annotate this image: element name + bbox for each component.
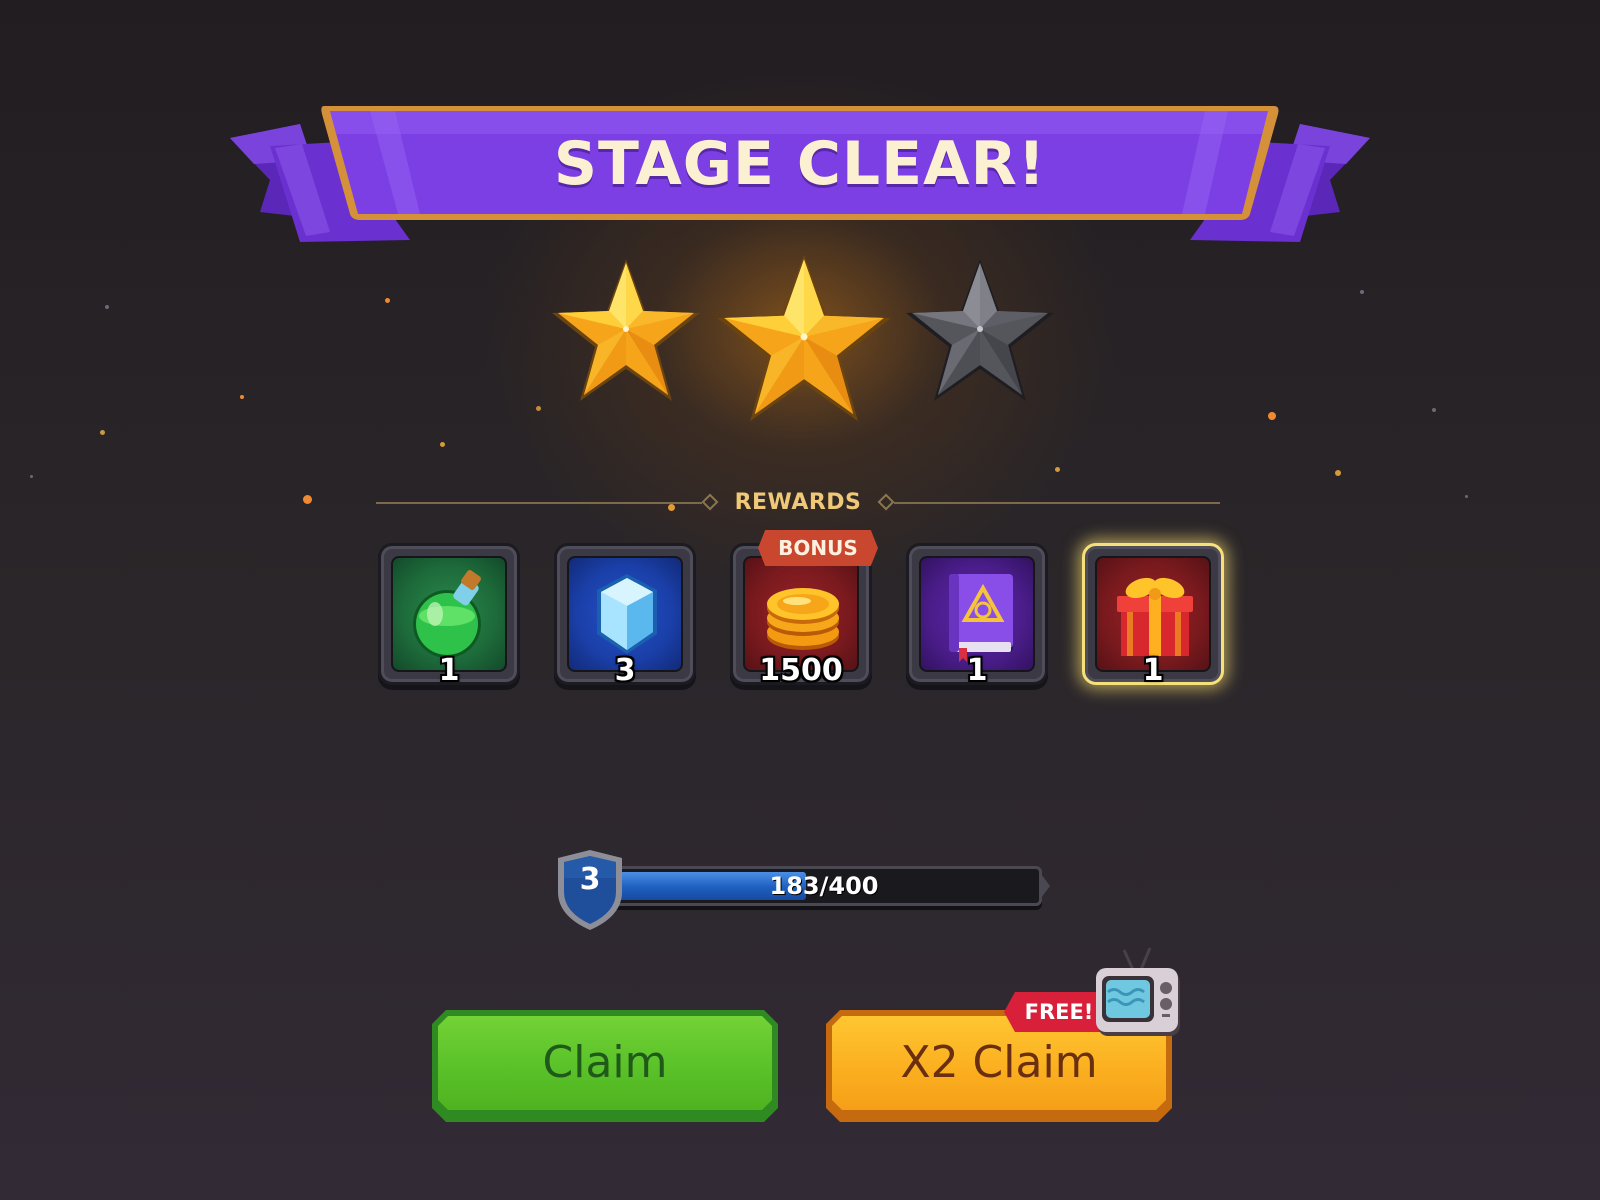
spark-particle xyxy=(100,430,105,435)
spark-particle xyxy=(105,305,109,309)
spark-particle xyxy=(536,406,541,411)
star-3-locked-icon xyxy=(906,259,1054,401)
xp-bar-track: 183/400 xyxy=(606,866,1042,906)
spark-particle xyxy=(1465,495,1468,498)
reward-count: 1 xyxy=(438,653,460,688)
reward-count: 1 xyxy=(1142,653,1164,688)
star-2-icon xyxy=(717,254,891,422)
level-progress: 183/400 3 xyxy=(550,848,1060,930)
bonus-badge: BONUS xyxy=(758,530,878,566)
claim-button-label: Claim xyxy=(542,1037,668,1088)
spark-particle xyxy=(1268,412,1276,420)
page-title: STAGE CLEAR! xyxy=(553,129,1047,199)
level-number: 3 xyxy=(579,862,601,897)
tv-ad-icon xyxy=(1096,947,1180,1036)
claim-button[interactable]: Claim xyxy=(432,1010,778,1122)
spark-particle xyxy=(385,298,390,303)
spark-particle xyxy=(30,475,33,478)
spark-particle xyxy=(1360,290,1364,294)
reward-count: 3 xyxy=(614,653,636,688)
reward-tile-potion[interactable]: 1 xyxy=(378,543,520,688)
rewards-divider: REWARDS xyxy=(376,488,1220,518)
reward-tile-gem[interactable]: 3 xyxy=(554,543,696,688)
star-1-icon xyxy=(552,259,700,401)
reward-count: 1500 xyxy=(759,653,843,688)
spark-particle xyxy=(303,495,312,504)
xp-text: 183/400 xyxy=(769,872,879,900)
spark-particle xyxy=(240,395,244,399)
reward-tile-spellbook[interactable]: 1 xyxy=(906,543,1048,688)
spark-particle xyxy=(1432,408,1436,412)
divider-line-right xyxy=(894,502,1220,504)
reward-tile-gift[interactable]: 1 xyxy=(1082,543,1224,688)
spark-particle xyxy=(440,442,445,447)
reward-count: 1 xyxy=(966,653,988,688)
spark-particle xyxy=(1055,467,1060,472)
spark-particle xyxy=(1335,470,1341,476)
stage-clear-banner: STAGE CLEAR! xyxy=(220,100,1380,250)
